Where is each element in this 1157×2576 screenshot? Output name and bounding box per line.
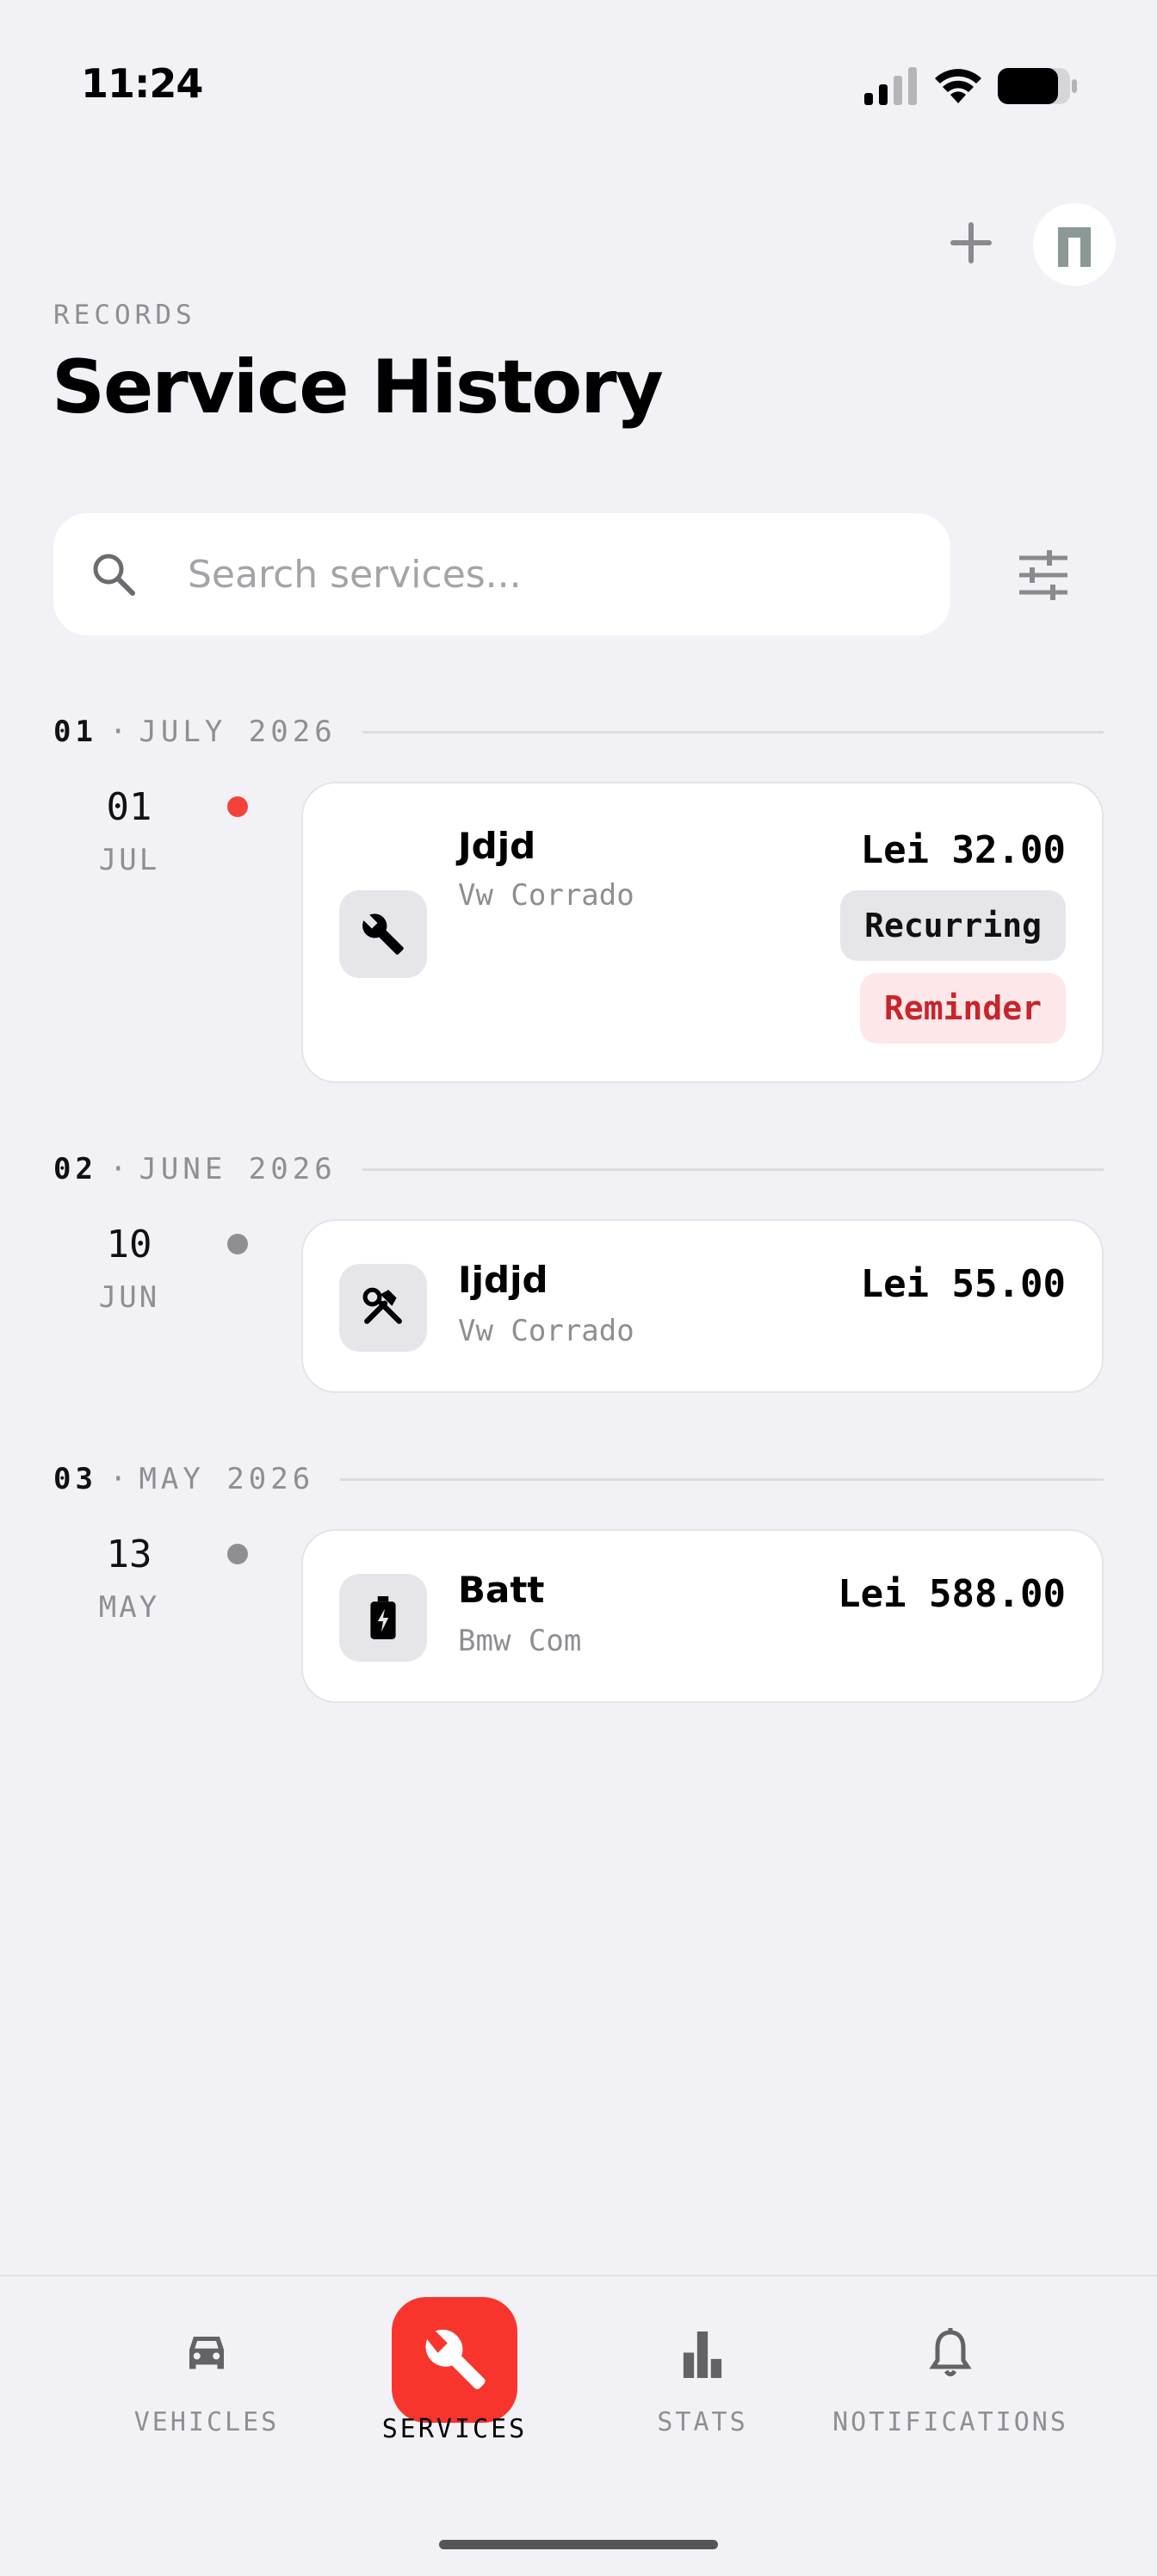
wrench-icon (362, 913, 404, 955)
status-time: 11:24 (81, 60, 203, 107)
tab-notifications[interactable]: NOTIFICATIONS (821, 2276, 1080, 2483)
hammer-wrench-icon (362, 1287, 402, 1324)
entry-day: 01 (106, 785, 152, 829)
service-card[interactable]: Jdjd Vw Corrado Lei 32.00 Recurring Remi… (301, 782, 1104, 1083)
home-indicator (439, 2540, 718, 2549)
service-type-icon (339, 1264, 427, 1352)
service-title: Ijdjd (458, 1259, 548, 1301)
section-separator: · (108, 715, 127, 749)
service-card[interactable]: Ijdjd Vw Corrado Lei 55.00 (301, 1219, 1104, 1393)
section-month: MAY 2026 (139, 1462, 315, 1496)
entry-month: JUN (98, 1280, 160, 1315)
page-title: Service History (52, 344, 664, 430)
entry-day: 10 (106, 1223, 152, 1266)
service-title: Jdjd (458, 825, 536, 867)
search-bar[interactable] (53, 513, 950, 635)
service-type-icon (339, 890, 427, 978)
status-dot (227, 1234, 248, 1254)
tab-label: NOTIFICATIONS (832, 2407, 1068, 2437)
service-price: Lei 588.00 (838, 1572, 1066, 1616)
tab-label: VEHICLES (133, 2407, 280, 2437)
service-card[interactable]: Batt Bmw Com Lei 588.00 (301, 1529, 1104, 1703)
section-index: 02 (53, 1152, 97, 1186)
car-icon (189, 2337, 224, 2369)
recurring-badge: Recurring (840, 890, 1066, 961)
page-eyebrow: RECORDS (53, 300, 196, 331)
status-bar: 11:24 (0, 0, 1157, 172)
section-separator: · (108, 1152, 127, 1186)
tab-vehicles[interactable]: VEHICLES (77, 2276, 336, 2483)
section-header-june: 02 · JUNE 2026 (53, 1152, 1104, 1186)
add-icon[interactable] (945, 217, 997, 269)
cellular-signal-icon (864, 67, 917, 105)
service-price: Lei 32.00 (860, 828, 1066, 872)
reminder-badge: Reminder (859, 973, 1066, 1043)
tab-services[interactable]: SERVICES (325, 2276, 584, 2483)
service-vehicle: Vw Corrado (458, 878, 634, 913)
profile-logo-icon (1058, 227, 1091, 267)
service-title: Batt (458, 1569, 545, 1611)
section-index: 03 (53, 1462, 97, 1496)
tab-label: SERVICES (381, 2414, 528, 2444)
bar-chart-icon (683, 2331, 722, 2378)
bell-icon (929, 2328, 972, 2377)
entry-date: 10 JUN (77, 1223, 181, 1315)
battery-icon (998, 68, 1077, 104)
search-icon (93, 554, 135, 596)
section-month: JULY 2026 (139, 715, 337, 749)
section-month: JUNE 2026 (139, 1152, 337, 1186)
entry-month: JUL (98, 843, 160, 877)
entry-month: MAY (98, 1590, 160, 1625)
entry-day: 13 (106, 1533, 152, 1576)
section-header-july: 01 · JULY 2026 (53, 715, 1104, 749)
status-dot (227, 1544, 248, 1564)
section-divider (340, 1477, 1104, 1481)
service-price: Lei 55.00 (860, 1262, 1066, 1306)
section-divider (362, 730, 1104, 734)
entry-date: 01 JUL (77, 785, 181, 877)
tab-stats[interactable]: STATS (573, 2276, 832, 2483)
wrench-icon (425, 2329, 486, 2389)
search-input[interactable] (188, 552, 894, 597)
filter-sliders-icon[interactable] (1016, 548, 1071, 603)
battery-charging-icon (370, 1596, 396, 1639)
wifi-icon (935, 69, 981, 103)
reminder-status-dot (227, 796, 248, 817)
tab-label: STATS (657, 2407, 748, 2437)
entry-date: 13 MAY (77, 1533, 181, 1625)
section-header-may: 03 · MAY 2026 (53, 1462, 1104, 1496)
bottom-tab-bar: VEHICLES SERVICES STATS NOTIFICATIONS (0, 2275, 1157, 2576)
section-divider (362, 1167, 1104, 1171)
service-vehicle: Vw Corrado (458, 1314, 634, 1348)
service-vehicle: Bmw Com (458, 1624, 582, 1658)
section-separator: · (108, 1462, 127, 1496)
service-type-icon (339, 1574, 427, 1662)
profile-avatar[interactable] (1033, 203, 1116, 286)
section-index: 01 (53, 715, 97, 749)
tab-active-indicator (392, 2297, 517, 2423)
